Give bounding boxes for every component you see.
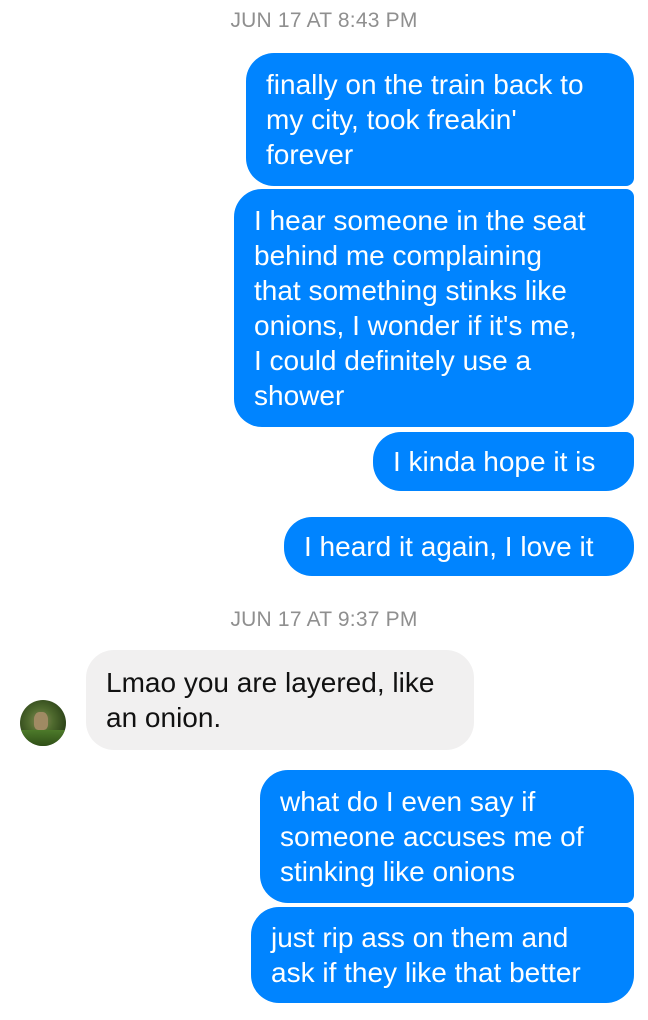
avatar-grass (20, 730, 66, 746)
message-bubble-outgoing[interactable]: just rip ass on them and ask if they lik… (251, 907, 634, 1003)
message-bubble-outgoing[interactable]: what do I even say if someone accuses me… (260, 770, 634, 903)
contact-avatar[interactable] (20, 700, 66, 746)
message-bubble-outgoing[interactable]: finally on the train back to my city, to… (246, 53, 634, 186)
message-thread: JUN 17 AT 8:43 PM finally on the train b… (0, 0, 648, 1020)
timestamp: JUN 17 AT 8:43 PM (230, 9, 418, 32)
avatar-deer-figure (34, 712, 48, 730)
message-bubble-outgoing[interactable]: I heard it again, I love it (284, 517, 634, 576)
message-bubble-incoming[interactable]: Lmao you are layered, like an onion. (86, 650, 474, 750)
message-bubble-outgoing[interactable]: I kinda hope it is (373, 432, 634, 491)
timestamp: JUN 17 AT 9:37 PM (230, 608, 418, 631)
message-bubble-outgoing[interactable]: I hear someone in the seat behind me com… (234, 189, 634, 427)
